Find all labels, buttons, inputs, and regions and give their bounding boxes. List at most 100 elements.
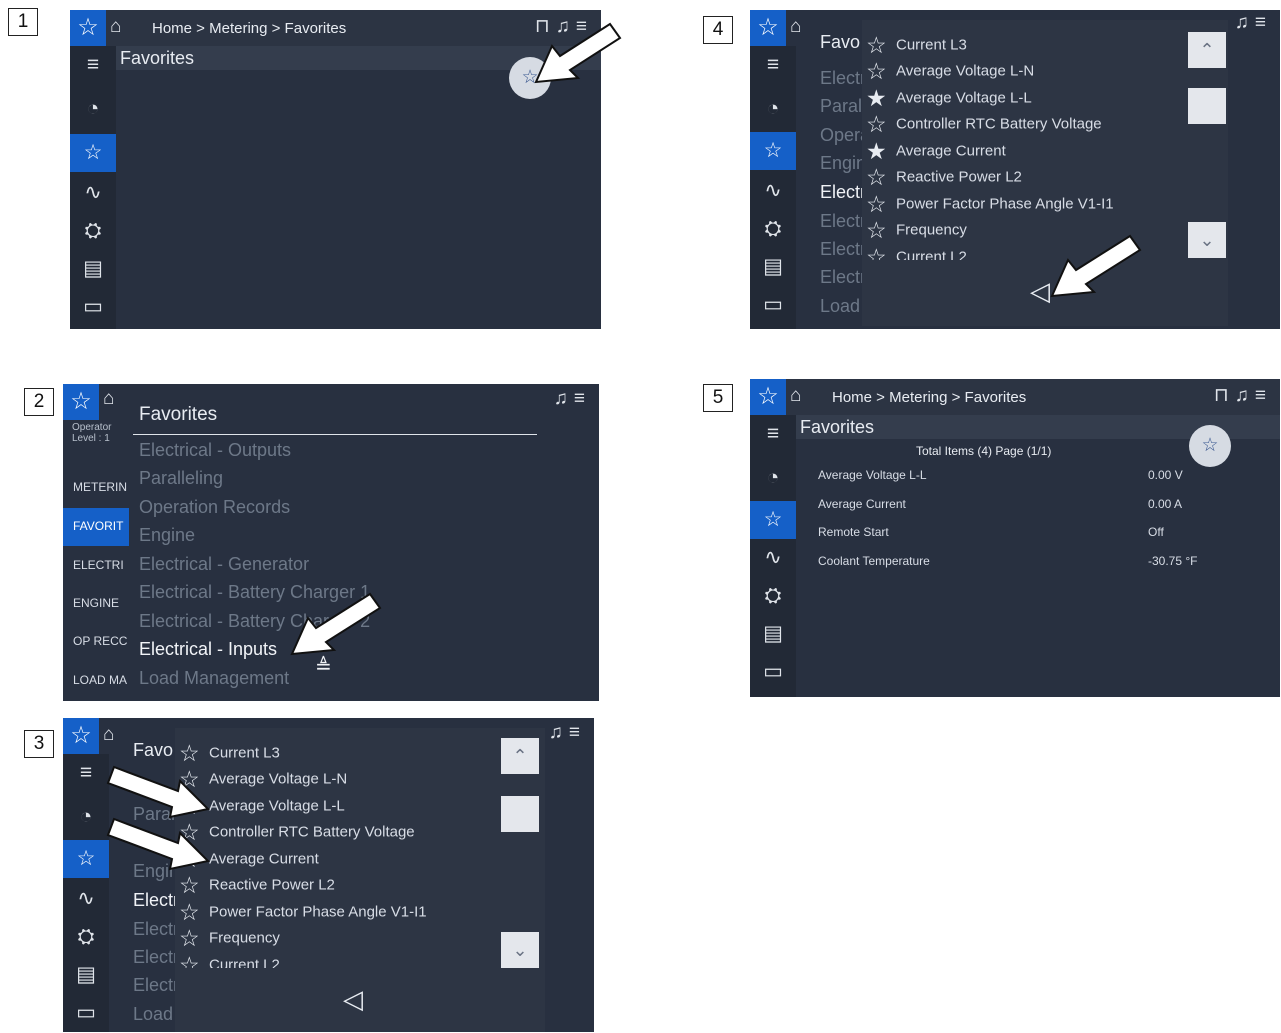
sidebar: ≡ ◔ ☆ ∿ ⛭ ▤ ▭ [750, 46, 796, 329]
star-filled-icon[interactable]: ★ [866, 138, 896, 164]
page-title-partial: Favo [133, 740, 174, 760]
menu-item[interactable]: Paralleling [139, 468, 223, 489]
status-icons[interactable]: ♫≡ [549, 722, 586, 744]
star-outline-icon[interactable]: ☆ [866, 164, 896, 190]
home-icon[interactable]: ⌂ [103, 388, 114, 410]
gauge-icon[interactable]: ◔ [750, 459, 796, 497]
sidebar-favorites-star-icon[interactable]: ☆ [750, 501, 796, 539]
status-icons[interactable]: ♫≡ [1235, 12, 1272, 34]
records-icon[interactable]: ▤ [750, 615, 796, 653]
records-icon[interactable]: ▤ [63, 956, 109, 994]
home-icon[interactable]: ⌂ [110, 16, 121, 38]
star-outline-icon[interactable]: ☆ [179, 925, 209, 951]
side-label[interactable]: ELECTRI [73, 558, 124, 572]
status-icons[interactable]: ⊓♫≡ [1214, 384, 1272, 407]
scroll-down-button[interactable]: ⌄ [501, 932, 539, 968]
table-row[interactable]: Average Voltage L-L 0.00 V [818, 468, 1183, 482]
menu-item[interactable]: Electrical - Generator [139, 554, 309, 575]
param-item[interactable]: ★Average Current [866, 138, 1006, 164]
star-outline-icon[interactable]: ☆ [866, 111, 896, 137]
gauge-icon[interactable]: ◔ [750, 90, 796, 128]
engine-icon[interactable]: ⛭ [750, 577, 796, 615]
menu-toggle-icon[interactable]: ≡ [750, 415, 796, 453]
menu-item[interactable]: Electrical - Outputs [139, 440, 291, 461]
star-outline-icon[interactable]: ☆ [866, 217, 896, 243]
table-row[interactable]: Coolant Temperature -30.75 °F [818, 554, 1198, 568]
bell-icon[interactable]: ♫ [1235, 12, 1255, 33]
menu-item[interactable]: Engine [139, 525, 195, 546]
waveform-icon[interactable]: ∿ [63, 880, 109, 918]
star-outline-icon[interactable]: ☆ [179, 899, 209, 925]
star-outline-icon[interactable]: ☆ [866, 191, 896, 217]
side-label[interactable]: ENGINE [73, 596, 119, 610]
side-label[interactable]: METERIN [73, 480, 127, 494]
waveform-icon[interactable]: ∿ [750, 172, 796, 210]
star-outline-icon[interactable]: ☆ [866, 244, 896, 260]
engine-icon[interactable]: ⛭ [70, 212, 116, 250]
sidebar-favorites-star-icon[interactable]: ☆ [70, 134, 116, 172]
table-row[interactable]: Average Current 0.00 A [818, 497, 1182, 511]
home-icon[interactable]: ⌂ [790, 385, 801, 407]
scroll-thumb[interactable] [1188, 88, 1226, 124]
bg-item: Electr [133, 947, 180, 967]
param-item[interactable]: ☆ Power Factor Phase Angle V1-I1 [866, 191, 1114, 217]
status-icons[interactable]: ♫≡ [554, 388, 591, 410]
param-item[interactable]: ☆ Frequency [866, 217, 967, 243]
back-icon[interactable]: ◁ [343, 984, 363, 1015]
sort-icon[interactable]: ≡ [574, 388, 591, 409]
param-item[interactable]: ☆ Average Voltage L-N [866, 58, 1034, 84]
bell-icon[interactable]: ♫ [1235, 385, 1255, 406]
menu-item[interactable]: Load Management [139, 668, 289, 689]
bell-icon[interactable]: ♫ [549, 722, 569, 743]
records-icon[interactable]: ▤ [70, 250, 116, 288]
param-item[interactable]: ☆ Power Factor Phase Angle V1-I1 [179, 899, 427, 925]
engine-icon[interactable]: ⛭ [750, 210, 796, 248]
side-label[interactable]: OP RECC [73, 634, 127, 648]
records-icon[interactable]: ▤ [750, 248, 796, 286]
star-outline-icon[interactable]: ☆ [179, 952, 209, 968]
sort-icon[interactable]: ≡ [1255, 12, 1272, 33]
scroll-up-button[interactable]: ⌃ [501, 738, 539, 774]
param-item[interactable]: ☆ Reactive Power L2 [866, 164, 1022, 190]
waveform-icon[interactable]: ∿ [70, 174, 116, 212]
waveform-icon[interactable]: ∿ [750, 539, 796, 577]
menu-toggle-icon[interactable]: ≡ [750, 46, 796, 84]
star-filled-icon[interactable]: ★ [866, 85, 896, 111]
menu-item[interactable]: Operation Records [139, 497, 290, 518]
scroll-down-button[interactable]: ⌄ [1188, 222, 1226, 258]
param-item[interactable]: ☆ Current L3 [866, 32, 967, 58]
home-icon[interactable]: ⌂ [103, 724, 114, 746]
add-favorite-button[interactable]: ☆ [1189, 425, 1231, 467]
favorites-star-icon[interactable]: ☆ [63, 718, 99, 754]
star-outline-icon[interactable]: ☆ [866, 58, 896, 84]
sort-icon[interactable]: ≡ [1255, 385, 1272, 406]
favorites-star-icon[interactable]: ☆ [750, 379, 786, 415]
home-icon[interactable]: ⌂ [790, 16, 801, 38]
param-item[interactable]: ☆ Current L2 [179, 952, 280, 968]
load-icon[interactable]: ▭ [70, 288, 116, 326]
side-label[interactable]: LOAD MA [73, 673, 127, 687]
load-icon[interactable]: ▭ [63, 994, 109, 1032]
scroll-up-button[interactable]: ⌃ [1188, 32, 1226, 68]
engine-icon[interactable]: ⛭ [63, 918, 109, 956]
scroll-thumb[interactable] [501, 796, 539, 832]
star-outline-icon[interactable]: ☆ [866, 32, 896, 58]
param-item[interactable]: ☆ Frequency [179, 925, 280, 951]
sidebar-favorites-star-icon[interactable]: ☆ [750, 132, 796, 170]
usb-icon[interactable]: ⊓ [1214, 385, 1235, 406]
param-item[interactable]: ★Average Voltage L-L [866, 85, 1032, 111]
table-row[interactable]: Remote Start Off [818, 525, 1164, 539]
load-icon[interactable]: ▭ [750, 653, 796, 691]
favorites-star-icon[interactable]: ☆ [70, 10, 106, 46]
bell-icon[interactable]: ♫ [554, 388, 574, 409]
side-label[interactable]: FAVORIT [63, 508, 133, 546]
menu-item-selected[interactable]: Electrical - Inputs [139, 639, 277, 660]
sort-icon[interactable]: ≡ [569, 722, 586, 743]
load-icon[interactable]: ▭ [750, 286, 796, 324]
gauge-icon[interactable]: ◔ [70, 90, 116, 128]
favorites-star-icon[interactable]: ☆ [63, 384, 99, 420]
favorites-star-icon[interactable]: ☆ [750, 10, 786, 46]
param-item[interactable]: ☆ Current L2 [866, 244, 967, 260]
param-item[interactable]: ☆ Controller RTC Battery Voltage [866, 111, 1102, 137]
menu-toggle-icon[interactable]: ≡ [70, 46, 116, 84]
